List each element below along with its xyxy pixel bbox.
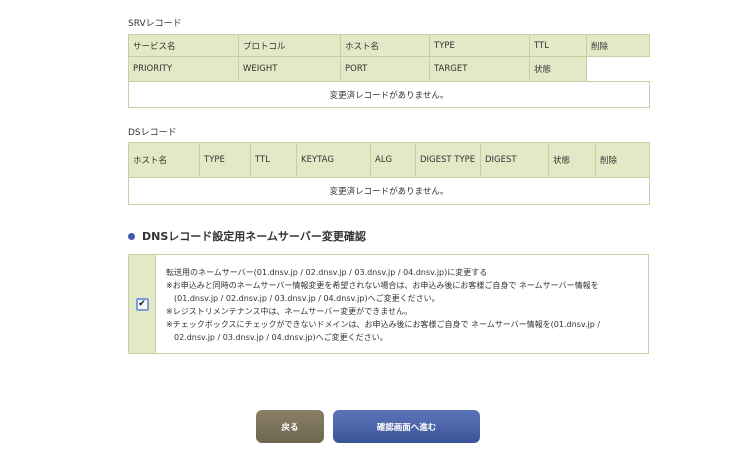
- ns-change-checkbox[interactable]: ✔: [135, 297, 149, 311]
- srv-header-host: ホスト名: [340, 34, 430, 57]
- srv-header-type: TYPE: [429, 34, 530, 57]
- ds-header-alg: ALG: [370, 142, 416, 178]
- ds-header-digest-type: DIGEST TYPE: [415, 142, 481, 178]
- srv-header-port: PORT: [340, 56, 430, 82]
- ns-confirm-note: 02.dnsv.jp / 03.dnsv.jp / 04.dnsv.jp)へご変…: [174, 333, 388, 342]
- ns-confirm-heading-text: DNSレコード設定用ネームサーバー変更確認: [142, 230, 366, 243]
- ds-section-label: DSレコード: [128, 128, 177, 138]
- srv-header-spacer: [586, 56, 650, 82]
- srv-header-weight: WEIGHT: [238, 56, 341, 82]
- ds-header-type: TYPE: [199, 142, 251, 178]
- ns-confirm-box: ✔ 転送用のネームサーバー(01.dnsv.jp / 02.dnsv.jp / …: [128, 254, 649, 354]
- ds-header-delete: 削除: [595, 142, 650, 178]
- srv-header-priority: PRIORITY: [128, 56, 239, 82]
- ns-confirm-text: 転送用のネームサーバー(01.dnsv.jp / 02.dnsv.jp / 03…: [156, 255, 600, 353]
- ns-confirm-note: (01.dnsv.jp / 02.dnsv.jp / 03.dnsv.jp / …: [174, 294, 440, 303]
- ns-confirm-note: ※お申込みと同時のネームサーバー情報変更を希望されない場合は、お申込み後にお客様…: [166, 281, 599, 290]
- ds-header-status: 状態: [548, 142, 596, 178]
- ds-header-ttl: TTL: [250, 142, 297, 178]
- srv-header-status: 状態: [529, 56, 587, 82]
- proceed-to-confirm-button[interactable]: 確認画面へ進む: [333, 410, 480, 443]
- srv-section-label: SRVレコード: [128, 19, 182, 29]
- back-button[interactable]: 戻る: [256, 410, 324, 443]
- ns-confirm-check-cell: ✔: [129, 255, 156, 353]
- ds-header-host: ホスト名: [128, 142, 200, 178]
- ds-empty-message: 変更済レコードがありません。: [128, 177, 650, 205]
- ds-record-table: ホスト名 TYPE TTL KEYTAG ALG DIGEST TYPE DIG…: [128, 142, 650, 205]
- ns-confirm-note: ※レジストリメンテナンス中は、ネームサーバー変更ができません。: [166, 307, 412, 316]
- srv-header-delete: 削除: [586, 34, 650, 57]
- srv-empty-message: 変更済レコードがありません。: [128, 81, 650, 108]
- bullet-icon: [128, 232, 135, 240]
- ns-confirm-heading: DNSレコード設定用ネームサーバー変更確認: [128, 228, 366, 244]
- srv-header-target: TARGET: [429, 56, 530, 82]
- ds-header-keytag: KEYTAG: [296, 142, 371, 178]
- srv-record-table: サービス名 プロトコル ホスト名 TYPE TTL 削除 PRIORITY WE…: [128, 34, 650, 108]
- srv-header-service: サービス名: [128, 34, 239, 57]
- ns-confirm-note: ※チェックボックスにチェックができないドメインは、お申込み後にお客様ご自身で ネ…: [166, 320, 601, 329]
- checkmark-icon: ✔: [138, 298, 146, 309]
- ds-header-digest: DIGEST: [480, 142, 549, 178]
- srv-header-ttl: TTL: [529, 34, 587, 57]
- ns-confirm-option-label: 転送用のネームサーバー(01.dnsv.jp / 02.dnsv.jp / 03…: [166, 268, 488, 277]
- srv-header-protocol: プロトコル: [238, 34, 341, 57]
